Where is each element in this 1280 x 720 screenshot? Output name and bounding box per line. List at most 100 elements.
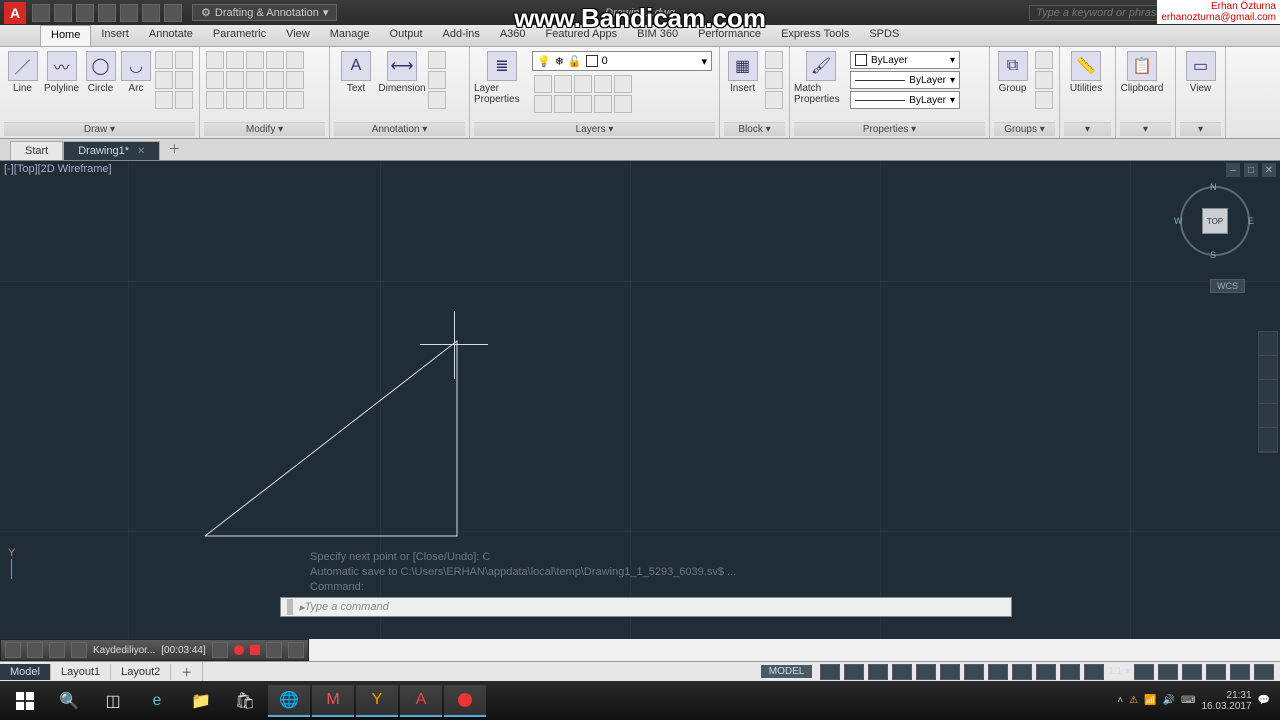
bandicam-pen-icon[interactable]: [212, 642, 228, 658]
tab-express[interactable]: Express Tools: [771, 25, 859, 46]
arc-button[interactable]: ◡Arc: [121, 49, 151, 94]
app-icon[interactable]: A: [4, 2, 26, 24]
tab-a360[interactable]: A360: [490, 25, 536, 46]
panel-groups-label[interactable]: Groups ▾: [994, 122, 1055, 136]
group-icon[interactable]: [1035, 91, 1053, 109]
linetype-selector[interactable]: ByLayer▾: [850, 91, 960, 109]
status-monitor-icon[interactable]: [1158, 664, 1178, 680]
draw-mini-icon[interactable]: [155, 91, 173, 109]
layer-tool-icon[interactable]: [614, 95, 632, 113]
leader-icon[interactable]: [428, 51, 446, 69]
qat-save-icon[interactable]: [76, 4, 94, 22]
draw-mini-icon[interactable]: [155, 71, 173, 89]
tab-annotate[interactable]: Annotate: [139, 25, 203, 46]
tab-performance[interactable]: Performance: [688, 25, 771, 46]
status-scale[interactable]: 1:1 ▾: [1108, 666, 1130, 677]
bandicam-btn[interactable]: [27, 642, 43, 658]
taskbar-app-icon[interactable]: Y: [356, 685, 398, 717]
taskbar-autocad-icon[interactable]: A: [400, 685, 442, 717]
layer-tool-icon[interactable]: [594, 95, 612, 113]
anno-icon[interactable]: [428, 91, 446, 109]
panel-layers-label[interactable]: Layers ▾: [474, 122, 715, 136]
layer-tool-icon[interactable]: [574, 75, 592, 93]
status-anno-icon[interactable]: [1084, 664, 1104, 680]
status-custom-icon[interactable]: [1254, 664, 1274, 680]
group-edit-icon[interactable]: [1035, 71, 1053, 89]
drawing-canvas[interactable]: [-][Top][2D Wireframe] – □ ✕ Y TOP N S E…: [0, 161, 1280, 639]
layer-tool-icon[interactable]: [614, 75, 632, 93]
status-clean-icon[interactable]: [1230, 664, 1250, 680]
taskbar-store-icon[interactable]: 🛍: [224, 685, 266, 717]
clipboard-button[interactable]: 📋Clipboard: [1120, 49, 1164, 94]
rotate-icon[interactable]: [226, 51, 244, 69]
layout-tab-model[interactable]: Model: [0, 664, 51, 680]
layout-tab-layout1[interactable]: Layout1: [51, 664, 111, 680]
modify-icon[interactable]: [246, 91, 264, 109]
cmd-handle-icon[interactable]: [287, 599, 293, 615]
panel-utilities-expand[interactable]: ▾: [1064, 122, 1111, 136]
nav-pan-icon[interactable]: [1259, 356, 1277, 380]
tab-featured[interactable]: Featured Apps: [536, 25, 628, 46]
panel-block-label[interactable]: Block ▾: [724, 122, 785, 136]
taskbar-bandicam-icon[interactable]: [444, 685, 486, 717]
ucs-icon[interactable]: Y: [8, 547, 15, 579]
wcs-badge[interactable]: WCS: [1210, 279, 1245, 293]
close-icon[interactable]: ✕: [137, 146, 145, 157]
line-button[interactable]: ／Line: [4, 49, 41, 94]
move-icon[interactable]: [206, 51, 224, 69]
tab-output[interactable]: Output: [380, 25, 433, 46]
color-selector[interactable]: ByLayer▾: [850, 51, 960, 69]
bandicam-btn[interactable]: [49, 642, 65, 658]
explode-icon[interactable]: [246, 71, 264, 89]
tab-spds[interactable]: SPDS: [859, 25, 909, 46]
viewcube-n[interactable]: N: [1210, 182, 1217, 192]
bandicam-stop-icon[interactable]: [250, 645, 260, 655]
qat-undo-icon[interactable]: [142, 4, 160, 22]
modify-icon[interactable]: [266, 91, 284, 109]
layout-tab-layout2[interactable]: Layout2: [111, 664, 171, 680]
taskview-button[interactable]: ◫: [92, 685, 134, 717]
table-icon[interactable]: [428, 71, 446, 89]
group-button[interactable]: ⧉Group: [994, 49, 1031, 94]
status-osnap-icon[interactable]: [916, 664, 936, 680]
edit-block-icon[interactable]: [765, 71, 783, 89]
layer-properties-button[interactable]: ≣Layer Properties: [474, 49, 530, 105]
status-hardware-icon[interactable]: [1206, 664, 1226, 680]
layer-tool-icon[interactable]: [554, 95, 572, 113]
mirror-icon[interactable]: [206, 71, 224, 89]
tab-home[interactable]: Home: [40, 25, 91, 46]
taskbar-chrome-icon[interactable]: 🌐: [268, 685, 310, 717]
draw-mini-icon[interactable]: [175, 91, 193, 109]
qat-new-icon[interactable]: [32, 4, 50, 22]
draw-mini-icon[interactable]: [175, 51, 193, 69]
qat-open-icon[interactable]: [54, 4, 72, 22]
block-icon[interactable]: [765, 91, 783, 109]
nav-zoom-icon[interactable]: [1259, 380, 1277, 404]
viewcube-w[interactable]: W: [1174, 216, 1183, 226]
status-lweight-icon[interactable]: [964, 664, 984, 680]
status-ortho-icon[interactable]: [868, 664, 888, 680]
dimension-button[interactable]: ⟷Dimension: [380, 49, 424, 94]
search-button[interactable]: 🔍: [48, 685, 90, 717]
layer-tool-icon[interactable]: [554, 75, 572, 93]
lineweight-selector[interactable]: ByLayer▾: [850, 71, 960, 89]
polyline-button[interactable]: 〰Polyline: [43, 49, 80, 94]
bandicam-btn[interactable]: [71, 642, 87, 658]
modify-icon[interactable]: [286, 91, 304, 109]
create-block-icon[interactable]: [765, 51, 783, 69]
new-tab-button[interactable]: ＋: [160, 137, 188, 160]
status-grid-icon[interactable]: [820, 664, 840, 680]
array-icon[interactable]: [206, 91, 224, 109]
qat-plot-icon[interactable]: [120, 4, 138, 22]
panel-annotation-label[interactable]: Annotation ▾: [334, 122, 465, 136]
utilities-button[interactable]: 📏Utilities: [1064, 49, 1108, 94]
status-otrack-icon[interactable]: [940, 664, 960, 680]
draw-mini-icon[interactable]: [155, 51, 173, 69]
tray-network-icon[interactable]: 📶: [1144, 695, 1156, 706]
scale-icon[interactable]: [286, 71, 304, 89]
bandicam-rec-icon[interactable]: [234, 645, 244, 655]
copy-icon[interactable]: [286, 51, 304, 69]
insert-button[interactable]: ▦Insert: [724, 49, 761, 94]
tray-lang-icon[interactable]: ⌨: [1181, 695, 1195, 706]
bandicam-close-icon[interactable]: [288, 642, 304, 658]
